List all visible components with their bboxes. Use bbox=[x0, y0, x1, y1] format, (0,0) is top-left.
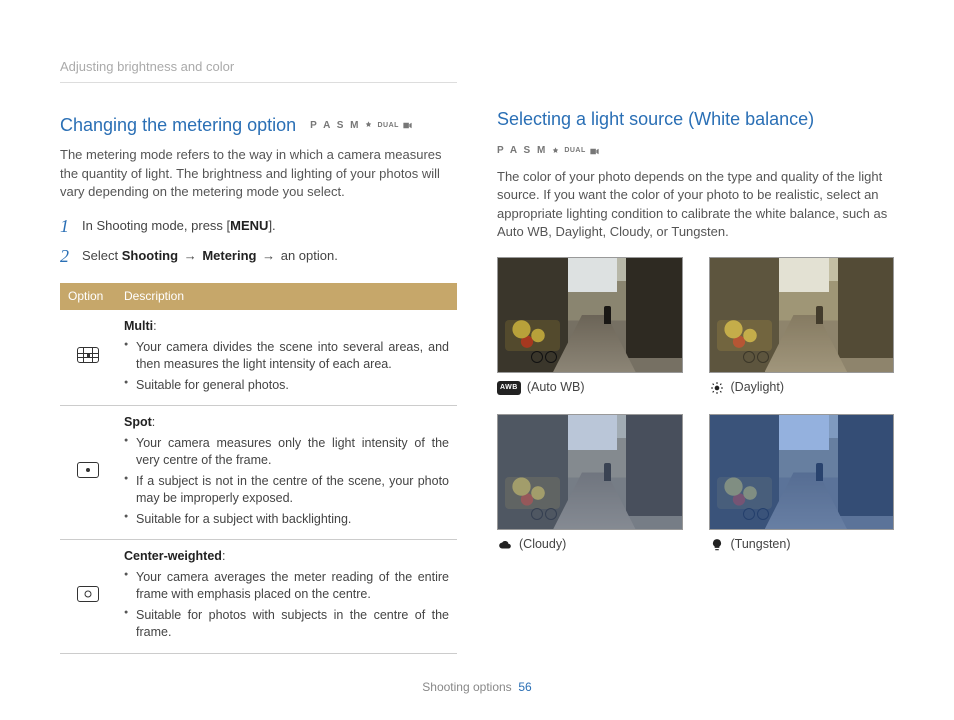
metering-intro: The metering mode refers to the way in w… bbox=[60, 146, 457, 201]
video-icon bbox=[589, 146, 600, 157]
wb-thumb-daylight bbox=[709, 257, 895, 373]
table-row: Spot: Your camera measures only the ligh… bbox=[60, 406, 457, 540]
title-text: Changing the metering option bbox=[60, 113, 296, 138]
wb-item-daylight: Daylight bbox=[709, 257, 895, 397]
spot-metering-icon bbox=[77, 462, 99, 478]
scene-icon bbox=[550, 146, 561, 157]
steps-list: In Shooting mode, press [MENU]. Select S… bbox=[60, 217, 457, 265]
wb-grid: AWB Auto WB Daylight Cloud bbox=[497, 257, 894, 554]
footer-section: Shooting options bbox=[422, 680, 511, 694]
table-row: Multi: Your camera divides the scene int… bbox=[60, 310, 457, 406]
wb-item-tungsten: Tungsten bbox=[709, 414, 895, 554]
th-description: Description bbox=[116, 283, 457, 310]
sun-icon bbox=[709, 381, 725, 395]
dual-icon: DUAL bbox=[564, 146, 585, 156]
wb-thumb-auto bbox=[497, 257, 683, 373]
awb-icon: AWB bbox=[497, 381, 521, 395]
wb-intro: The color of your photo depends on the t… bbox=[497, 168, 894, 241]
step-2: Select Shooting → Metering → an option. bbox=[60, 247, 457, 265]
mode-icons: P A S M DUAL bbox=[310, 119, 413, 133]
wb-item-auto: AWB Auto WB bbox=[497, 257, 683, 397]
breadcrumb: Adjusting brightness and color bbox=[60, 58, 457, 83]
right-column: Selecting a light source (White balance)… bbox=[497, 58, 894, 654]
wb-thumb-cloudy bbox=[497, 414, 683, 530]
page-number: 56 bbox=[518, 680, 531, 694]
video-icon bbox=[402, 120, 413, 131]
title-text: Selecting a light source (White balance) bbox=[497, 107, 814, 132]
multi-metering-icon bbox=[77, 347, 99, 363]
mode-letters: P A S M bbox=[497, 144, 547, 158]
wb-item-cloudy: Cloudy bbox=[497, 414, 683, 554]
mode-letters: P A S M bbox=[310, 119, 360, 133]
section-title-metering: Changing the metering option P A S M DUA… bbox=[60, 113, 457, 138]
section-title-wb: Selecting a light source (White balance) bbox=[497, 107, 894, 132]
cloud-icon bbox=[497, 538, 513, 552]
page-footer: Shooting options 56 bbox=[0, 679, 954, 696]
dual-icon: DUAL bbox=[377, 121, 398, 131]
center-weighted-icon bbox=[77, 586, 99, 602]
table-row: Center-weighted: Your camera averages th… bbox=[60, 540, 457, 654]
left-column: Adjusting brightness and color Changing … bbox=[60, 58, 457, 654]
scene-icon bbox=[363, 120, 374, 131]
metering-table: Option Description Multi: Your camera di… bbox=[60, 283, 457, 653]
th-option: Option bbox=[60, 283, 116, 310]
mode-icons: P A S M DUAL bbox=[497, 144, 600, 158]
wb-thumb-tungsten bbox=[709, 414, 895, 530]
step-1: In Shooting mode, press [MENU]. bbox=[60, 217, 457, 235]
bulb-icon bbox=[709, 538, 725, 552]
menu-keyword: MENU bbox=[230, 218, 268, 233]
